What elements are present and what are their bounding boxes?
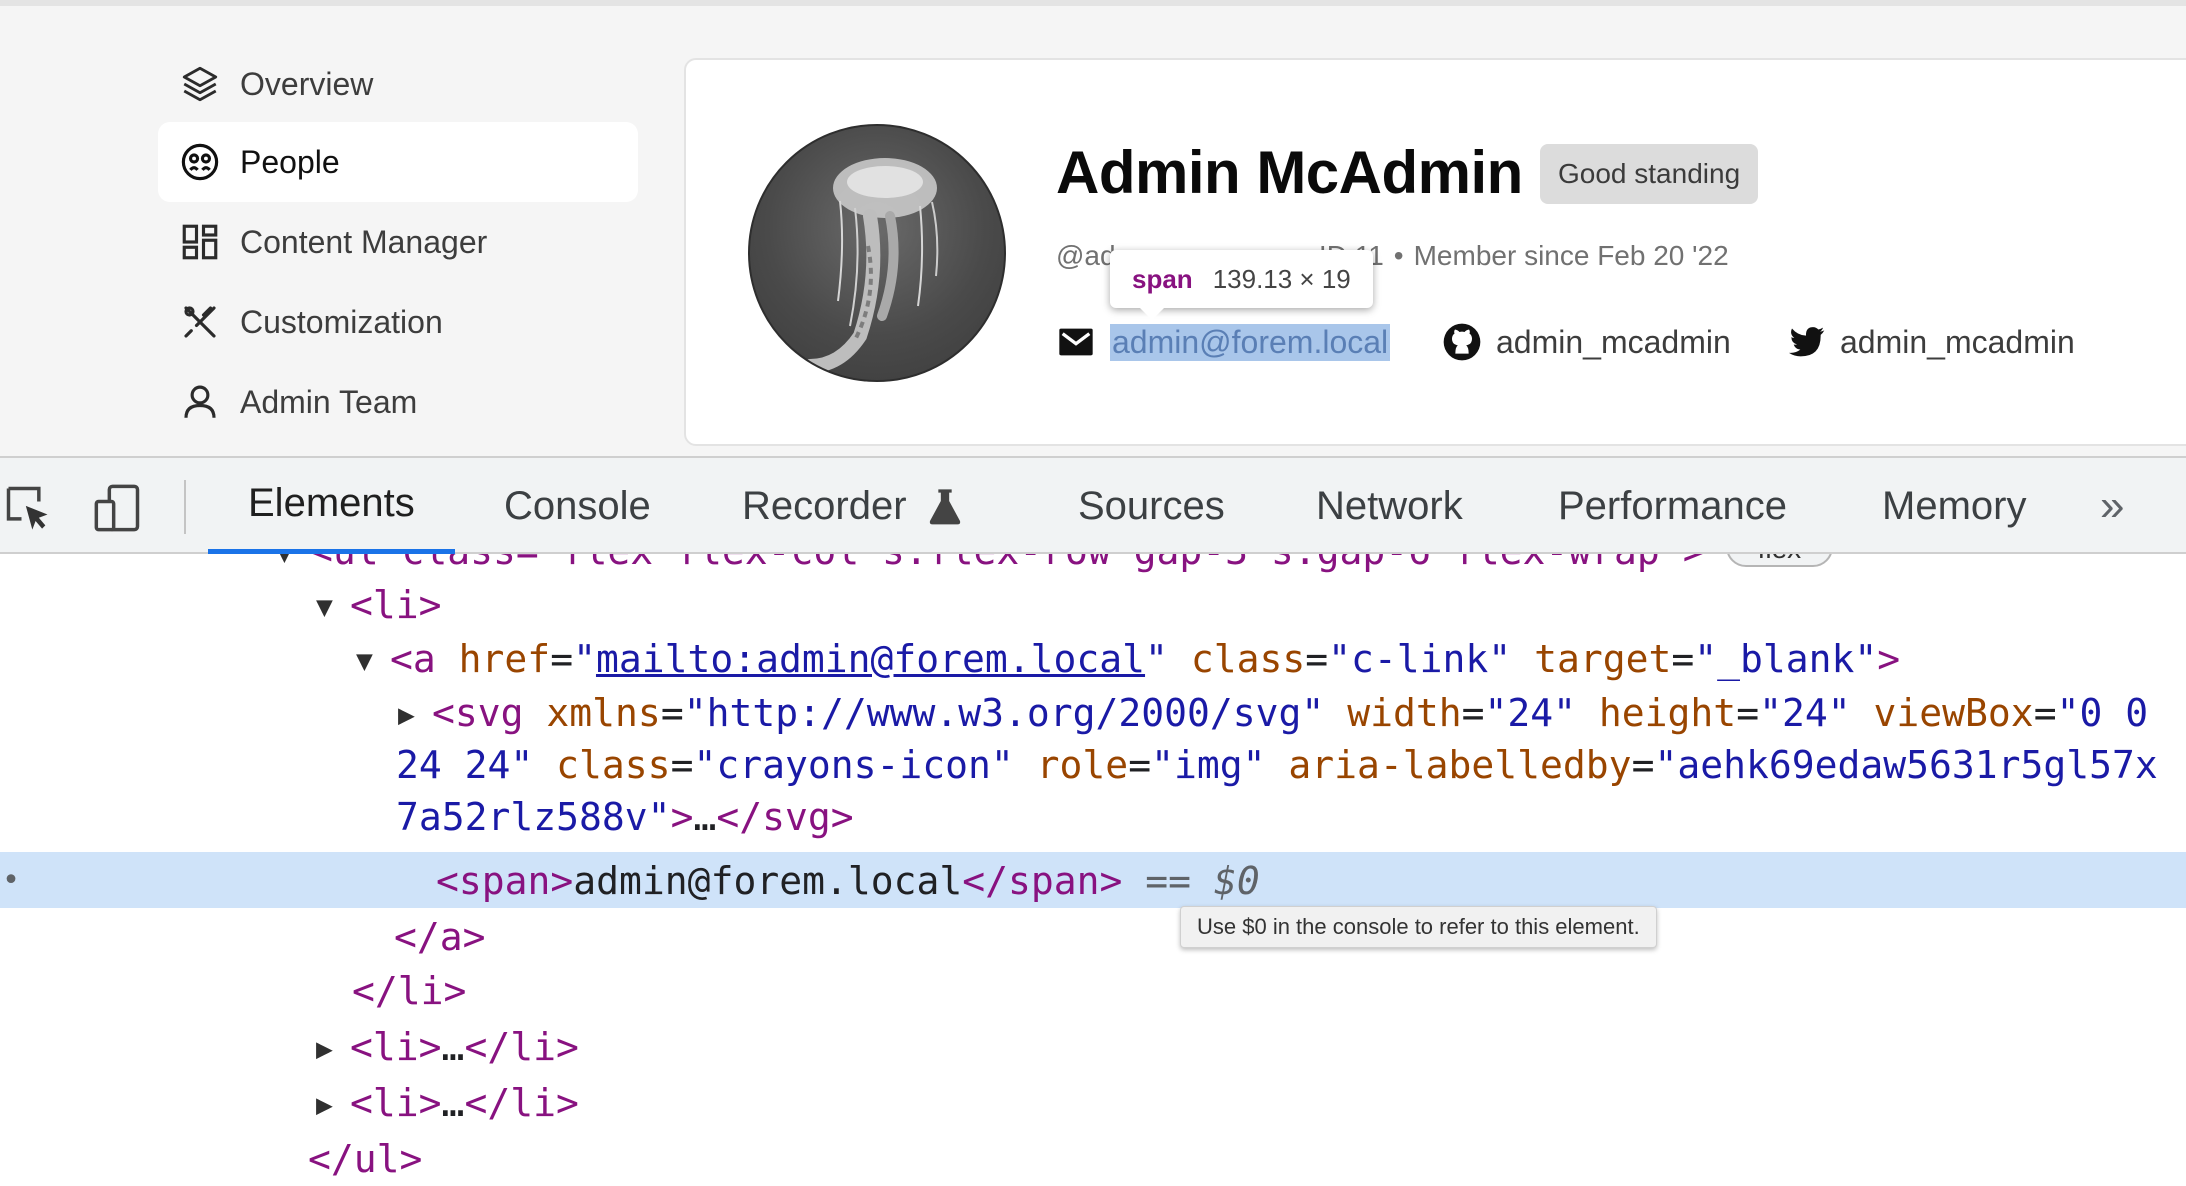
sidebar-item-content-manager[interactable]: Content Manager (158, 202, 638, 282)
dom-node-ul[interactable]: ▼<ul class="flex flex-col s:flex-row gap… (276, 554, 1834, 580)
toolbar-divider (184, 480, 186, 534)
sidebar-item-label: Overview (240, 65, 374, 102)
dom-node-li[interactable]: ▼ <li> (316, 578, 442, 632)
inspect-tooltip: span 139.13 × 19 (1110, 250, 1373, 320)
elements-tree: • ▼<ul class="flex flex-col s:flex-row g… (0, 554, 2186, 1186)
tooltip-tag: span (1132, 263, 1193, 294)
meta-separator: • (1393, 240, 1404, 271)
tab-sources[interactable]: Sources (1078, 458, 1225, 554)
device-icon (94, 484, 140, 532)
sidebar-item-people[interactable]: People (158, 122, 638, 202)
sidebar-item-label: People (240, 143, 340, 180)
twitter-icon (1789, 327, 1825, 357)
selected-node-marker: • (2, 863, 21, 898)
tab-memory[interactable]: Memory (1882, 458, 2026, 554)
tab-performance[interactable]: Performance (1558, 458, 1787, 554)
expand-triangle-icon[interactable]: ▶ (316, 1078, 344, 1132)
member-since: Member since Feb 20 '22 (1413, 240, 1729, 271)
github-link[interactable]: admin_mcadmin (1442, 322, 1731, 362)
tab-recorder-label: Recorder (742, 483, 907, 528)
github-icon (1443, 323, 1481, 361)
sidebar-item-label: Customization (240, 303, 443, 340)
dom-node-span-selected[interactable]: <span>admin@forem.local</span> == $0 (436, 854, 1260, 908)
profile-card: Admin McAdmin Good standing @adn ID 11•M… (684, 58, 2186, 446)
sidebar-item-label: Content Manager (240, 223, 488, 260)
tools-icon (178, 300, 222, 344)
dom-node-li-close[interactable]: </li> (352, 964, 466, 1018)
tab-network[interactable]: Network (1316, 458, 1463, 554)
twitter-link[interactable]: admin_mcadmin (1786, 322, 2075, 362)
user-icon (178, 380, 222, 424)
profile-username: @ad (1056, 240, 1116, 271)
jellyfish-image (803, 158, 939, 373)
dom-node-a-close[interactable]: </a> (394, 910, 486, 964)
avatar[interactable] (748, 124, 1006, 382)
people-icon (178, 140, 222, 184)
console-hint-tooltip: Use $0 in the console to refer to this e… (1180, 906, 1657, 948)
dom-node-svg-continued: 24 24" class="crayons-icon" role="img" a… (396, 743, 2158, 787)
dom-node-li-collapsed[interactable]: ▶ <li>…</li> (316, 1076, 579, 1130)
devtools-tab-bar: Elements Console Recorder Sources Networ… (0, 456, 2186, 554)
sidebar-item-label: Admin Team (240, 383, 418, 420)
expand-triangle-icon[interactable]: ▶ (316, 1022, 344, 1076)
sidebar-item-admin-team[interactable]: Admin Team (158, 362, 638, 442)
github-username: admin_mcadmin (1496, 323, 1731, 360)
flex-badge[interactable]: flex (1725, 554, 1834, 567)
flask-icon (929, 489, 960, 525)
collapse-triangle-icon[interactable]: ▼ (356, 634, 384, 688)
profile-name: Admin McAdmin (1056, 139, 1523, 206)
dom-node-li-collapsed[interactable]: ▶ <li>…</li> (316, 1020, 579, 1074)
sidebar-item-customization[interactable]: Customization (158, 282, 638, 362)
twitter-username: admin_mcadmin (1840, 323, 2075, 360)
dom-node-svg-continued: 7a52rlz588v">…</svg> (396, 795, 854, 839)
email-link[interactable]: admin@forem.local (1056, 322, 1391, 362)
mail-icon (1059, 328, 1093, 356)
admin-app-area: Overview People Content Manager Customiz… (0, 0, 2186, 456)
device-toolbar-button[interactable] (90, 480, 146, 536)
more-tabs-icon[interactable]: » (2100, 458, 2124, 554)
tooltip-size: 139.13 × 19 (1212, 263, 1351, 294)
email-text: admin@forem.local (1110, 323, 1391, 361)
dom-node-svg[interactable]: ▶ <svg xmlns="http://www.w3.org/2000/svg"… (398, 686, 2148, 740)
status-badge: Good standing (1540, 144, 1759, 204)
inspect-element-button[interactable] (0, 480, 56, 536)
tab-console[interactable]: Console (504, 458, 651, 554)
expand-triangle-icon[interactable]: ▶ (398, 688, 426, 742)
select-element-icon (6, 486, 48, 530)
dom-node-ul-close[interactable]: </ul> (308, 1132, 422, 1186)
dollar-zero-ref: $0 (1213, 859, 1260, 903)
tab-recorder[interactable]: Recorder (742, 458, 963, 554)
layers-icon (178, 62, 222, 106)
tab-elements[interactable]: Elements (208, 458, 455, 554)
sidebar-item-overview[interactable]: Overview (158, 44, 638, 124)
href-link[interactable]: mailto:admin@forem.local (596, 637, 1145, 681)
collapse-triangle-icon[interactable]: ▼ (316, 580, 344, 634)
collapse-triangle-icon[interactable]: ▼ (276, 554, 304, 580)
dashboard-icon (178, 220, 222, 264)
dom-node-a[interactable]: ▼ <a href="mailto:admin@forem.local" clas… (356, 632, 1900, 686)
